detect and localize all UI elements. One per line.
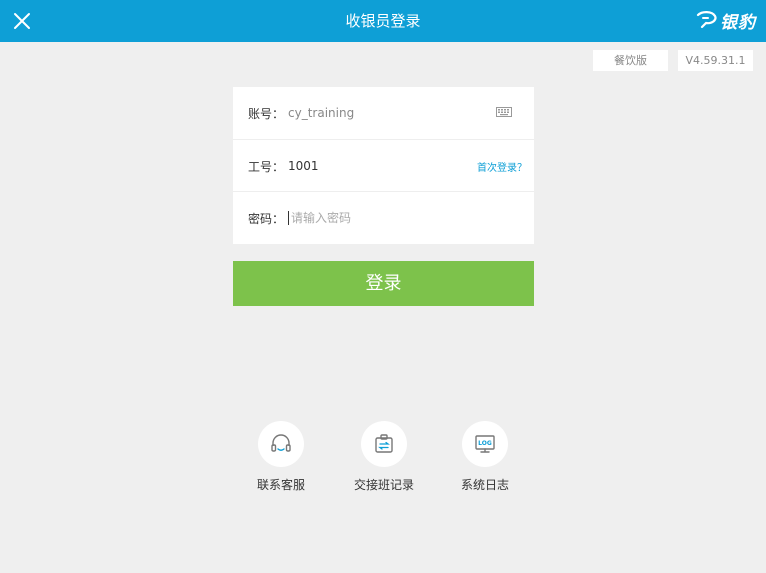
- contact-support-circle: [258, 421, 304, 467]
- edition-badge: 餐饮版: [593, 50, 668, 71]
- employee-value[interactable]: 1001: [288, 159, 319, 173]
- employee-row[interactable]: 工号： 1001 首次登录？: [233, 139, 534, 192]
- password-label: 密码：: [248, 211, 285, 226]
- first-login-link[interactable]: 首次登录？: [477, 159, 527, 174]
- employee-label: 工号：: [248, 159, 285, 174]
- contact-support-button[interactable]: 联系客服: [236, 421, 326, 493]
- shift-record-button[interactable]: 交接班记录: [339, 421, 429, 493]
- shift-record-circle: [361, 421, 407, 467]
- system-log-circle: LOG: [462, 421, 508, 467]
- password-input[interactable]: [288, 211, 471, 225]
- shift-record-label: 交接班记录: [353, 478, 414, 492]
- system-log-button[interactable]: LOG 系统日志: [440, 421, 530, 493]
- shift-handover-icon: [375, 434, 393, 453]
- system-log-label: 系统日志: [460, 478, 509, 492]
- headset-icon: [271, 434, 291, 452]
- login-form: 账号： cy_training 工号： 1001 首次登录？ 密码：: [233, 87, 534, 244]
- account-value[interactable]: cy_training: [288, 106, 354, 120]
- account-row[interactable]: 账号： cy_training: [233, 87, 534, 139]
- contact-support-label: 联系客服: [256, 478, 305, 492]
- keyboard-icon[interactable]: [496, 107, 512, 117]
- logo-text: 银豹: [720, 12, 756, 33]
- page-title: 收银员登录: [345, 12, 421, 30]
- log-monitor-icon: LOG: [475, 435, 495, 453]
- title-bar: 收银员登录 银豹: [0, 0, 766, 42]
- brand-logo: 银豹: [696, 8, 756, 33]
- leopard-logo-icon: [696, 11, 717, 29]
- svg-text:LOG: LOG: [478, 440, 492, 447]
- password-row[interactable]: 密码：: [233, 191, 534, 244]
- version-badge: V4.59.31.1: [678, 50, 753, 71]
- account-label: 账号：: [248, 106, 285, 121]
- login-button[interactable]: 登录: [233, 261, 534, 306]
